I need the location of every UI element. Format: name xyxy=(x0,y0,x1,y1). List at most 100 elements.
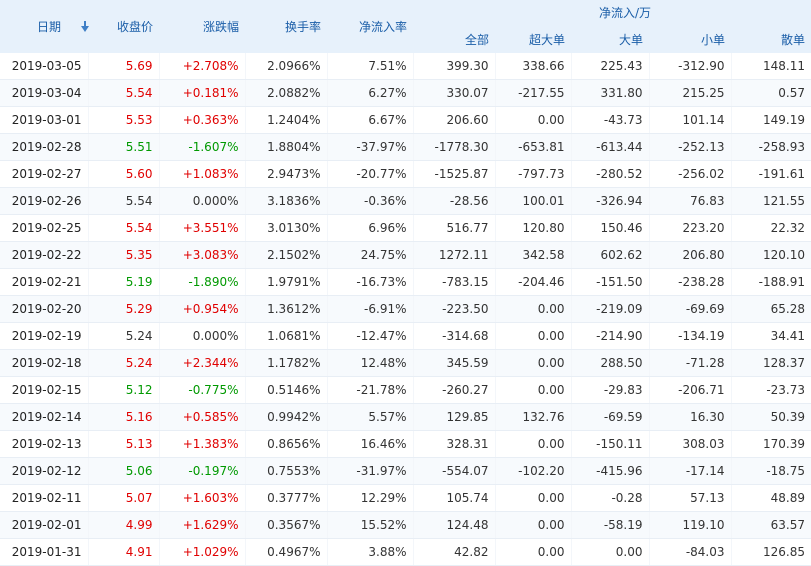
net-inflow-all-cell: 1272.11 xyxy=(412,241,495,269)
turnover-cell: 3.1836% xyxy=(244,187,327,215)
super-large-cell: 0.00 xyxy=(494,376,571,404)
super-large-cell: -797.73 xyxy=(494,160,571,188)
small-cell: 223.20 xyxy=(648,214,731,242)
change-cell: +3.083% xyxy=(158,241,245,269)
header-large[interactable]: 大单 xyxy=(571,25,649,53)
small-cell: -134.19 xyxy=(648,322,731,350)
net-inflow-all-cell: 129.85 xyxy=(412,403,495,431)
super-large-cell: 0.00 xyxy=(494,295,571,323)
date-cell: 2019-03-05 xyxy=(0,53,88,80)
small-cell: -17.14 xyxy=(648,457,731,485)
small-cell: 101.14 xyxy=(648,106,731,134)
net-inflow-all-cell: -554.07 xyxy=(412,457,495,485)
large-cell: -0.28 xyxy=(570,484,649,512)
change-cell: +1.083% xyxy=(158,160,245,188)
close-cell: 5.54 xyxy=(87,214,159,242)
turnover-cell: 1.0681% xyxy=(244,322,327,350)
table-row: 2019-03-01 5.53 +0.363% 1.2404% 6.67% 206.60 0… xyxy=(0,106,811,134)
super-large-cell: 0.00 xyxy=(494,511,571,539)
date-cell: 2019-02-21 xyxy=(0,268,88,296)
header-date[interactable]: 日期 xyxy=(0,0,90,53)
retail-cell: 22.32 xyxy=(730,214,811,242)
turnover-cell: 3.0130% xyxy=(244,214,327,242)
net-inflow-ratio-cell: 5.57% xyxy=(326,403,413,431)
net-inflow-ratio-cell: 16.46% xyxy=(326,430,413,458)
change-cell: +3.551% xyxy=(158,214,245,242)
header-net-inflow-ratio[interactable]: 净流入率 xyxy=(327,0,413,53)
super-large-cell: 0.00 xyxy=(494,538,571,566)
close-cell: 5.13 xyxy=(87,430,159,458)
net-inflow-ratio-cell: -37.97% xyxy=(326,133,413,161)
date-cell: 2019-02-15 xyxy=(0,376,88,404)
close-cell: 5.19 xyxy=(87,268,159,296)
header-retail[interactable]: 散单 xyxy=(731,25,811,53)
net-inflow-all-cell: -28.56 xyxy=(412,187,495,215)
change-cell: +2.708% xyxy=(158,53,245,80)
super-large-cell: 342.58 xyxy=(494,241,571,269)
header-change[interactable]: 涨跌幅 xyxy=(159,0,245,53)
date-cell: 2019-02-22 xyxy=(0,241,88,269)
header-super-large[interactable]: 超大单 xyxy=(495,25,571,53)
turnover-cell: 0.7553% xyxy=(244,457,327,485)
net-inflow-ratio-cell: 3.88% xyxy=(326,538,413,566)
small-cell: -238.28 xyxy=(648,268,731,296)
net-inflow-all-cell: 124.48 xyxy=(412,511,495,539)
header-all[interactable]: 全部 xyxy=(413,25,495,53)
header-close[interactable]: 收盘价 xyxy=(88,0,159,53)
net-inflow-all-cell: 399.30 xyxy=(412,53,495,80)
super-large-cell: -217.55 xyxy=(494,79,571,107)
net-inflow-all-cell: 330.07 xyxy=(412,79,495,107)
net-inflow-all-cell: 105.74 xyxy=(412,484,495,512)
retail-cell: -23.73 xyxy=(730,376,811,404)
table-row: 2019-03-05 5.69 +2.708% 2.0966% 7.51% 399.30 3… xyxy=(0,53,811,80)
retail-cell: 50.39 xyxy=(730,403,811,431)
retail-cell: -191.61 xyxy=(730,160,811,188)
super-large-cell: 100.01 xyxy=(494,187,571,215)
header-turnover[interactable]: 换手率 xyxy=(245,0,327,53)
date-cell: 2019-02-18 xyxy=(0,349,88,377)
table-row: 2019-02-12 5.06 -0.197% 0.7553% -31.97% -554.… xyxy=(0,457,811,485)
close-cell: 5.16 xyxy=(87,403,159,431)
date-cell: 2019-02-14 xyxy=(0,403,88,431)
change-cell: 0.000% xyxy=(158,322,245,350)
change-cell: 0.000% xyxy=(158,187,245,215)
small-cell: 76.83 xyxy=(648,187,731,215)
close-cell: 5.51 xyxy=(87,133,159,161)
net-inflow-ratio-cell: -16.73% xyxy=(326,268,413,296)
small-cell: 206.80 xyxy=(648,241,731,269)
retail-cell: 120.10 xyxy=(730,241,811,269)
large-cell: -58.19 xyxy=(570,511,649,539)
date-cell: 2019-02-01 xyxy=(0,511,88,539)
net-inflow-all-cell: 206.60 xyxy=(412,106,495,134)
change-cell: +1.629% xyxy=(158,511,245,539)
turnover-cell: 0.4967% xyxy=(244,538,327,566)
date-cell: 2019-02-13 xyxy=(0,430,88,458)
table-row: 2019-02-11 5.07 +1.603% 0.3777% 12.29% 105.74… xyxy=(0,484,811,512)
small-cell: -252.13 xyxy=(648,133,731,161)
large-cell: -415.96 xyxy=(570,457,649,485)
turnover-cell: 0.8656% xyxy=(244,430,327,458)
small-cell: 308.03 xyxy=(648,430,731,458)
table-row: 2019-02-26 5.54 0.000% 3.1836% -0.36% -28.56 1… xyxy=(0,187,811,215)
sort-down-arrow-icon[interactable] xyxy=(81,20,90,32)
header-small[interactable]: 小单 xyxy=(649,25,731,53)
net-inflow-ratio-cell: -31.97% xyxy=(326,457,413,485)
close-cell: 4.91 xyxy=(87,538,159,566)
table-row: 2019-02-01 4.99 +1.629% 0.3567% 15.52% 124.48… xyxy=(0,511,811,539)
close-cell: 5.12 xyxy=(87,376,159,404)
date-cell: 2019-02-12 xyxy=(0,457,88,485)
super-large-cell: -204.46 xyxy=(494,268,571,296)
turnover-cell: 2.0966% xyxy=(244,53,327,80)
small-cell: -84.03 xyxy=(648,538,731,566)
super-large-cell: 120.80 xyxy=(494,214,571,242)
large-cell: -69.59 xyxy=(570,403,649,431)
super-large-cell: -653.81 xyxy=(494,133,571,161)
close-cell: 5.24 xyxy=(87,322,159,350)
change-cell: +0.181% xyxy=(158,79,245,107)
retail-cell: 34.41 xyxy=(730,322,811,350)
turnover-cell: 1.2404% xyxy=(244,106,327,134)
net-inflow-ratio-cell: -0.36% xyxy=(326,187,413,215)
retail-cell: -18.75 xyxy=(730,457,811,485)
turnover-cell: 0.3777% xyxy=(244,484,327,512)
net-inflow-ratio-cell: 7.51% xyxy=(326,53,413,80)
